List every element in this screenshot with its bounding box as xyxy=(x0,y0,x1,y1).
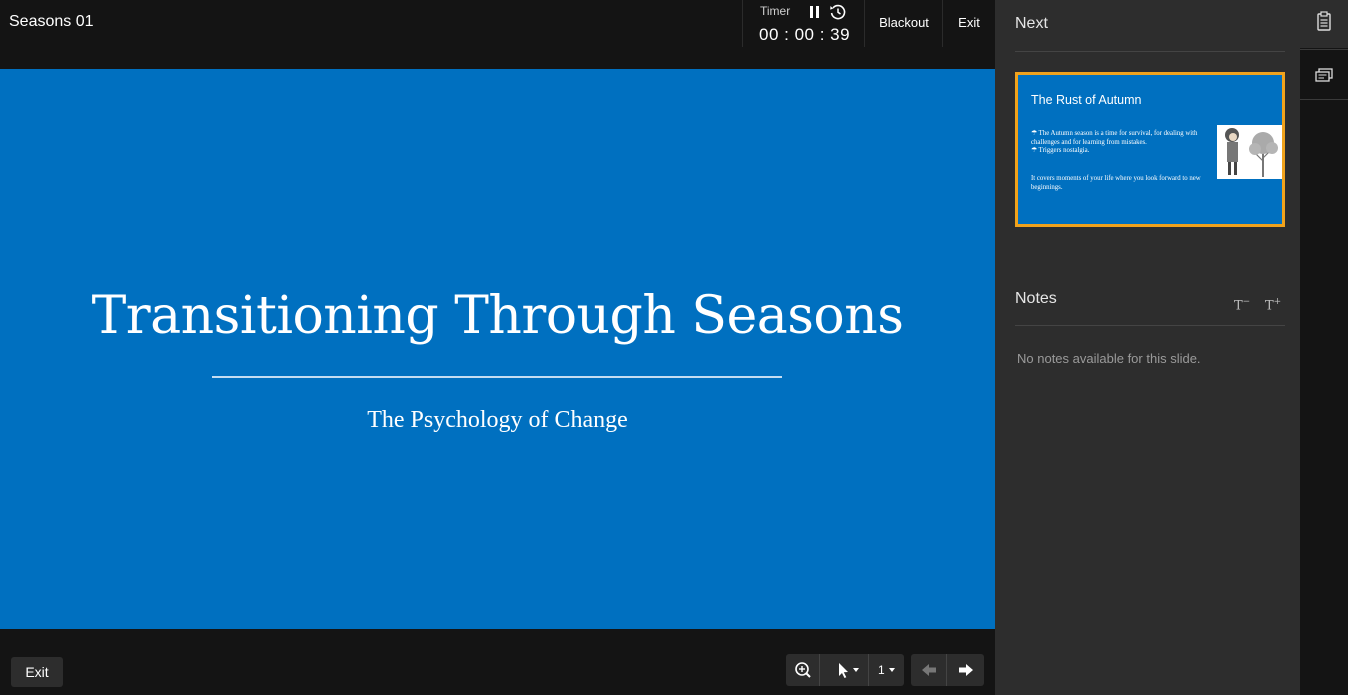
thumb-bullet: It covers moments of your life where you… xyxy=(1031,175,1201,191)
notes-empty-text: No notes available for this slide. xyxy=(1017,351,1201,366)
icon-rail xyxy=(1300,0,1348,695)
thumb-bullet: ☂ The Autumn season is a time for surviv… xyxy=(1031,130,1198,146)
notes-heading: Notes xyxy=(1015,290,1057,307)
previous-slide-button[interactable] xyxy=(911,654,947,686)
arrow-right-icon xyxy=(959,664,973,676)
page-indicator: 1 xyxy=(878,663,885,677)
blackout-button[interactable]: Blackout xyxy=(866,0,943,47)
exit-bottom-button[interactable]: Exit xyxy=(11,657,63,687)
reset-timer-icon[interactable] xyxy=(829,3,847,21)
decrease-font-button[interactable]: T− xyxy=(1234,297,1250,313)
divider xyxy=(1015,51,1285,52)
timer-label: Timer xyxy=(760,4,791,18)
bottom-bar: Exit 1 xyxy=(0,629,995,695)
presentation-title: Seasons 01 xyxy=(9,13,94,30)
slide-title: Transitioning Through Seasons xyxy=(91,286,904,346)
current-slide: Transitioning Through Seasons The Psycho… xyxy=(0,69,995,629)
zoom-in-icon xyxy=(795,662,811,678)
timer-value: 00 : 00 : 39 xyxy=(759,25,851,44)
pause-icon[interactable] xyxy=(808,4,822,20)
exit-button[interactable]: Exit xyxy=(944,0,994,47)
pointer-icon xyxy=(839,663,848,678)
side-panel: Next The Rust of Autumn ☂ The Autumn sea… xyxy=(995,0,1300,695)
timer: Timer 00 : 00 : 39 xyxy=(742,0,865,47)
pointer-dropdown[interactable] xyxy=(821,654,869,686)
thumb-title: The Rust of Autumn xyxy=(1031,93,1142,107)
slide-subtitle: The Psychology of Change xyxy=(367,407,628,433)
slide-navigation xyxy=(911,654,984,686)
notes-panel-button[interactable] xyxy=(1300,0,1348,48)
increase-font-button[interactable]: T+ xyxy=(1265,297,1281,313)
slide-tools: 1 xyxy=(786,654,904,686)
page-dropdown[interactable]: 1 xyxy=(870,654,904,686)
thumb-bullet: ☂ Triggers nostalgia. xyxy=(1031,147,1090,154)
notes-panel-icon xyxy=(1317,11,1331,31)
thumb-illustration xyxy=(1217,125,1282,179)
slide-divider xyxy=(212,376,782,378)
next-heading: Next xyxy=(1015,15,1048,32)
next-slide-button[interactable] xyxy=(948,654,984,686)
chevron-down-icon xyxy=(853,668,859,672)
presenter-view: Seasons 01 Timer 00 : 00 : 39 Blackout E… xyxy=(0,0,1348,695)
top-bar: Seasons 01 Timer 00 : 00 : 39 Blackout E… xyxy=(0,0,995,69)
next-slide-thumbnail[interactable]: The Rust of Autumn ☂ The Autumn season i… xyxy=(1015,72,1285,227)
zoom-button[interactable] xyxy=(786,654,820,686)
slides-panel-button[interactable] xyxy=(1300,49,1348,100)
chevron-down-icon xyxy=(889,668,895,672)
arrow-left-icon xyxy=(922,664,936,676)
divider xyxy=(1015,325,1285,326)
slides-panel-icon xyxy=(1315,68,1333,82)
